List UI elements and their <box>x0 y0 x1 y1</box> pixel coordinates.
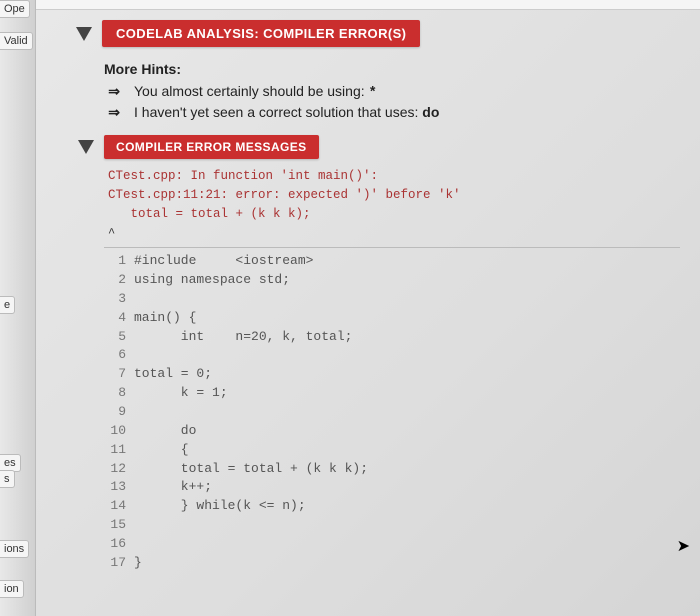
line-number: 1 <box>104 252 134 271</box>
line-number: 5 <box>104 328 134 347</box>
hint-text: You almost certainly should be using: * <box>134 83 680 101</box>
code-line: 2using namespace std; <box>104 271 680 290</box>
compiler-badge: COMPILER ERROR MESSAGES <box>104 135 319 159</box>
code-listing: 1#include <iostream>2using namespace std… <box>104 247 680 572</box>
code-line: 5 int n=20, k, total; <box>104 328 680 347</box>
code-line: 12 total = total + (k k k); <box>104 460 680 479</box>
code-line: 4main() { <box>104 309 680 328</box>
code-text: total = total + (k k k); <box>134 460 368 479</box>
line-number: 11 <box>104 441 134 460</box>
code-line: 11 { <box>104 441 680 460</box>
left-rail: OpeValideessionsion <box>0 0 36 616</box>
code-line: 16 <box>104 535 680 554</box>
code-line: 1#include <iostream> <box>104 252 680 271</box>
compiler-header: COMPILER ERROR MESSAGES <box>78 135 680 159</box>
left-tab[interactable]: e <box>0 296 15 314</box>
left-tab[interactable]: ions <box>0 540 29 558</box>
collapse-icon[interactable] <box>76 27 92 41</box>
code-text: k = 1; <box>134 384 228 403</box>
line-number: 9 <box>104 403 134 422</box>
line-number: 3 <box>104 290 134 309</box>
line-number: 15 <box>104 516 134 535</box>
code-text: total = 0; <box>134 365 212 384</box>
main-content: CODELAB ANALYSIS: COMPILER ERROR(S) More… <box>36 0 700 616</box>
code-line: 13 k++; <box>104 478 680 497</box>
mouse-cursor-icon: ➤ <box>677 536 690 556</box>
hint-arrow-icon: ⇒ <box>104 83 120 100</box>
line-number: 13 <box>104 478 134 497</box>
code-line: 3 <box>104 290 680 309</box>
line-number: 8 <box>104 384 134 403</box>
code-text: int n=20, k, total; <box>134 328 352 347</box>
code-line: 6 <box>104 346 680 365</box>
code-text: k++; <box>134 478 212 497</box>
code-line: 17} <box>104 554 680 573</box>
code-text: } <box>134 554 142 573</box>
code-line: 15 <box>104 516 680 535</box>
left-tab[interactable]: Ope <box>0 0 30 18</box>
line-number: 14 <box>104 497 134 516</box>
line-number: 12 <box>104 460 134 479</box>
compiler-error-text: CTest.cpp: In function 'int main()': CTe… <box>108 167 680 223</box>
code-line: 7total = 0; <box>104 365 680 384</box>
code-text: main() { <box>134 309 196 328</box>
code-text: do <box>134 422 196 441</box>
hint-row: ⇒ You almost certainly should be using: * <box>104 83 680 101</box>
code-text: } while(k <= n); <box>134 497 306 516</box>
line-number: 10 <box>104 422 134 441</box>
code-text: #include <iostream> <box>134 252 313 271</box>
line-number: 6 <box>104 346 134 365</box>
hint-arrow-icon: ⇒ <box>104 104 120 121</box>
hint-row: ⇒ I haven't yet seen a correct solution t… <box>104 104 680 121</box>
code-text: { <box>134 441 189 460</box>
left-tab[interactable]: ion <box>0 580 24 598</box>
compiler-error-caret: ^ <box>108 227 680 239</box>
hints-title: More Hints: <box>104 61 680 77</box>
left-tab[interactable]: s <box>0 470 15 488</box>
top-bar <box>36 0 700 10</box>
hint-text: I haven't yet seen a correct solution th… <box>134 104 680 120</box>
code-line: 9 <box>104 403 680 422</box>
code-line: 14 } while(k <= n); <box>104 497 680 516</box>
collapse-icon[interactable] <box>78 140 94 154</box>
code-line: 10 do <box>104 422 680 441</box>
line-number: 16 <box>104 535 134 554</box>
analysis-badge: CODELAB ANALYSIS: COMPILER ERROR(S) <box>102 20 420 47</box>
code-text: using namespace std; <box>134 271 290 290</box>
code-line: 8 k = 1; <box>104 384 680 403</box>
left-tab[interactable]: Valid <box>0 32 33 50</box>
analysis-header: CODELAB ANALYSIS: COMPILER ERROR(S) <box>76 20 680 47</box>
line-number: 4 <box>104 309 134 328</box>
line-number: 17 <box>104 554 134 573</box>
line-number: 7 <box>104 365 134 384</box>
line-number: 2 <box>104 271 134 290</box>
